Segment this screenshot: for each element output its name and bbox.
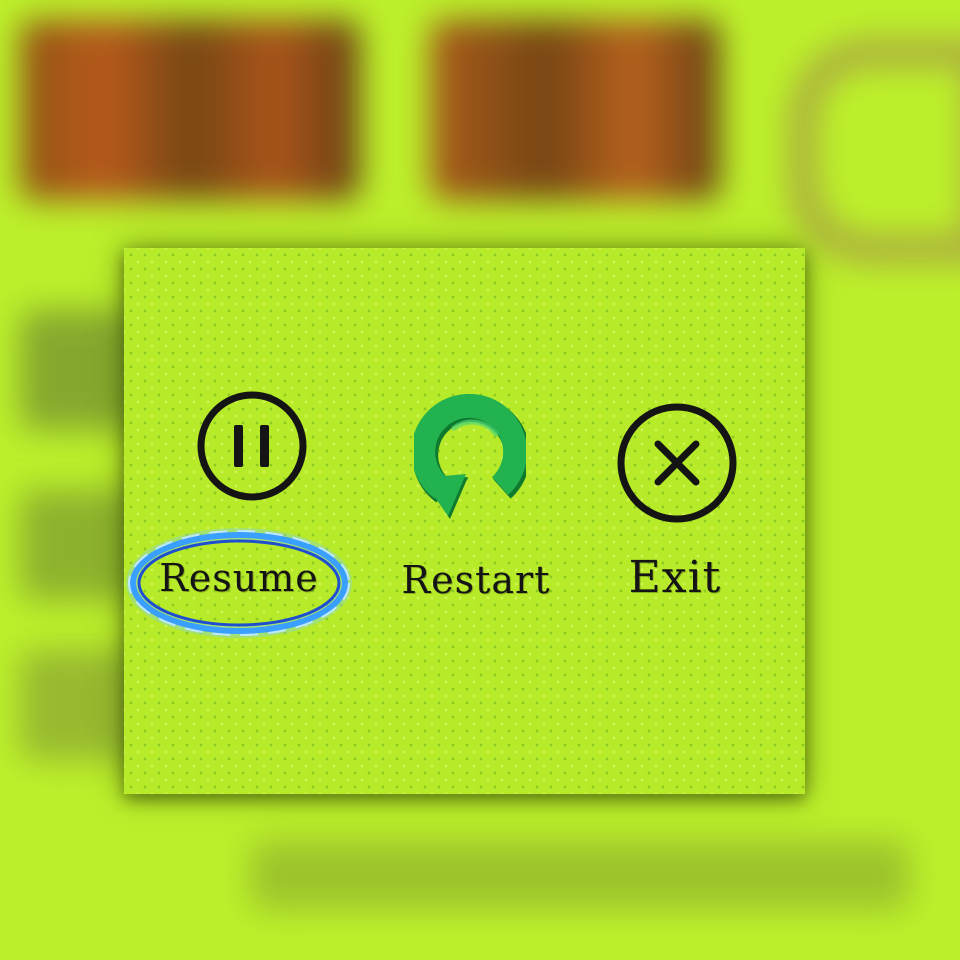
pause-menu-panel: Resume Restart Exit <box>124 248 805 794</box>
blurred-game-background <box>20 490 140 600</box>
game-screen: Resume Restart Exit <box>0 0 960 960</box>
close-circle-icon[interactable] <box>612 398 742 528</box>
restart-label[interactable]: Restart <box>386 558 566 602</box>
blurred-game-background <box>790 40 960 262</box>
exit-label[interactable]: Exit <box>614 552 736 603</box>
resume-label[interactable]: Resume <box>136 556 342 600</box>
blurred-game-background <box>20 650 140 760</box>
blurred-game-background <box>250 840 910 910</box>
pause-icon[interactable] <box>194 388 310 504</box>
blurred-game-background <box>20 310 140 430</box>
restart-arrow-icon[interactable] <box>414 394 526 522</box>
blurred-game-background <box>20 20 360 200</box>
blurred-game-background <box>430 20 720 200</box>
